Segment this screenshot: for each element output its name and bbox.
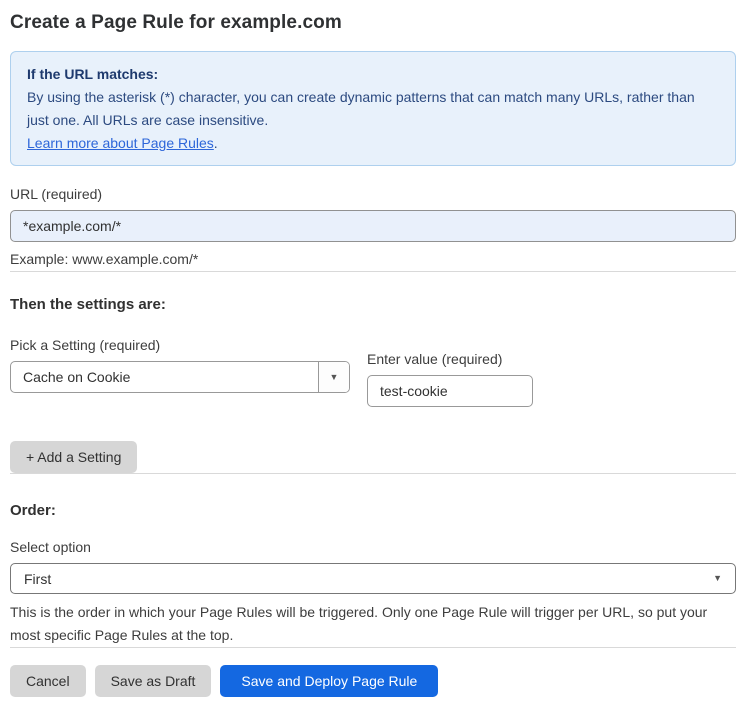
learn-more-link[interactable]: Learn more about Page Rules xyxy=(27,135,214,151)
page-rule-form: Create a Page Rule for example.com If th… xyxy=(0,0,750,717)
add-setting-button[interactable]: + Add a Setting xyxy=(10,441,138,473)
chevron-down-icon: ▼ xyxy=(329,371,339,382)
setting-value-input[interactable] xyxy=(367,375,533,407)
divider xyxy=(10,647,736,648)
setting-picker-column: Pick a Setting (required) Cache on Cooki… xyxy=(10,337,350,393)
order-select[interactable]: First ▼ xyxy=(10,563,736,594)
footer-actions: Cancel Save as Draft Save and Deploy Pag… xyxy=(10,665,736,697)
order-select-value: First xyxy=(24,570,52,587)
url-input[interactable] xyxy=(10,210,736,242)
chevron-down-icon: ▼ xyxy=(713,573,722,583)
divider xyxy=(10,473,736,474)
info-box-heading: If the URL matches: xyxy=(27,66,159,82)
page-title: Create a Page Rule for example.com xyxy=(10,12,342,33)
settings-section-heading: Then the settings are: xyxy=(10,296,166,313)
setting-picker-label: Pick a Setting (required) xyxy=(10,337,161,353)
url-match-info-box: If the URL matches: By using the asteris… xyxy=(10,51,736,166)
setting-select[interactable]: Cache on Cookie ▼ xyxy=(10,361,350,393)
order-select-label: Select option xyxy=(10,539,91,555)
save-and-deploy-button[interactable]: Save and Deploy Page Rule xyxy=(220,665,439,697)
setting-select-arrow-button[interactable]: ▼ xyxy=(318,362,349,392)
save-as-draft-button[interactable]: Save as Draft xyxy=(94,665,212,697)
link-period: . xyxy=(213,135,218,151)
url-helper-text: Example: www.example.com/* xyxy=(10,251,199,267)
divider xyxy=(10,271,736,272)
setting-select-value: Cache on Cookie xyxy=(23,369,131,385)
cancel-button[interactable]: Cancel xyxy=(10,665,86,697)
order-helper-text: This is the order in which your Page Rul… xyxy=(10,604,708,643)
order-section-heading: Order: xyxy=(10,502,56,519)
info-box-link-line: Learn more about Page Rules. xyxy=(27,132,719,155)
url-field-label: URL (required) xyxy=(10,186,103,202)
info-box-body: By using the asterisk (*) character, you… xyxy=(27,89,695,128)
settings-row: Pick a Setting (required) Cache on Cooki… xyxy=(10,337,736,407)
setting-value-column: Enter value (required) xyxy=(367,351,533,407)
setting-value-label: Enter value (required) xyxy=(367,351,503,367)
